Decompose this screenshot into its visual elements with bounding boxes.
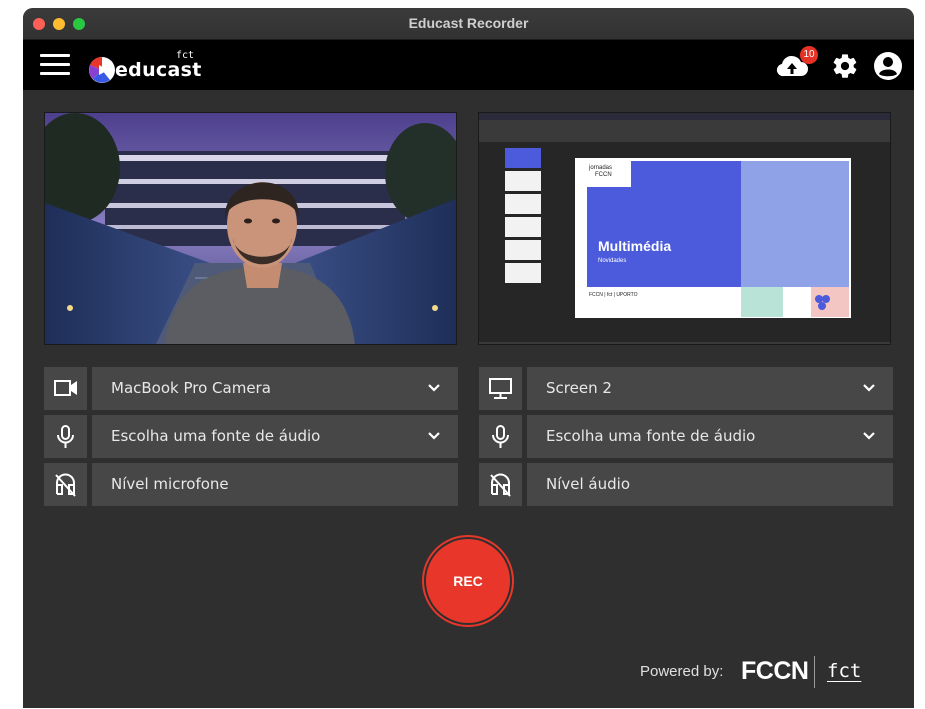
fct-logo: fct <box>827 660 862 682</box>
left-video-source-row: MacBook Pro Camera <box>44 367 458 410</box>
camera-preview <box>44 112 457 345</box>
footer-separator <box>814 656 815 688</box>
gear-icon[interactable] <box>831 52 859 80</box>
logo-text: educast <box>115 59 202 81</box>
right-level-label: Nível áudio <box>546 475 630 493</box>
educast-logo-icon <box>89 57 115 83</box>
left-level-label: Nível microfone <box>111 475 229 493</box>
audio-level-off-icon <box>44 463 87 506</box>
right-level-meter: Nível áudio <box>527 463 893 506</box>
screen-preview: FCCN | fct | UPORTO jornadas FCCN Multim… <box>478 112 891 345</box>
right-video-source-value: Screen 2 <box>546 379 612 397</box>
logo-fct-superscript: fct <box>176 50 195 61</box>
menu-icon[interactable] <box>40 54 70 76</box>
account-icon[interactable] <box>873 51 903 81</box>
window-titlebar: Educast Recorder <box>23 8 914 40</box>
fccn-logo: FCCN <box>741 657 809 685</box>
monitor-icon <box>479 367 522 410</box>
chevron-down-icon <box>428 432 440 440</box>
left-audio-source-value: Escolha uma fonte de áudio <box>111 427 321 445</box>
slide-title: Multimédia <box>598 238 672 254</box>
screen-capture-feed: FCCN | fct | UPORTO <box>479 113 890 344</box>
app-window: Educast Recorder educast fct 10 FCCN | f… <box>23 8 914 708</box>
video-camera-icon <box>44 367 87 410</box>
left-video-source-select[interactable]: MacBook Pro Camera <box>92 367 458 410</box>
left-audio-source-row: Escolha uma fonte de áudio <box>44 415 458 458</box>
right-video-source-row: Screen 2 <box>479 367 893 410</box>
microphone-icon <box>44 415 87 458</box>
right-video-source-select[interactable]: Screen 2 <box>527 367 893 410</box>
chevron-down-icon <box>428 384 440 392</box>
record-button[interactable]: REC <box>426 539 510 623</box>
educast-logo: educast fct <box>88 50 201 84</box>
audio-level-off-icon <box>479 463 522 506</box>
left-level-meter: Nível microfone <box>92 463 458 506</box>
slide-event-line1: jornadas <box>589 165 613 171</box>
svg-text:FCCN | fct | UPORTO: FCCN | fct | UPORTO <box>589 292 638 298</box>
chevron-down-icon <box>863 432 875 440</box>
slide-event-line2: FCCN <box>595 172 612 178</box>
upload-count-badge: 10 <box>800 46 818 64</box>
right-audio-source-row: Escolha uma fonte de áudio <box>479 415 893 458</box>
app-header: educast fct 10 <box>23 40 914 90</box>
right-audio-source-select[interactable]: Escolha uma fonte de áudio <box>527 415 893 458</box>
window-title: Educast Recorder <box>408 15 529 31</box>
slide-subtitle: Novidades <box>598 258 627 264</box>
left-video-source-value: MacBook Pro Camera <box>111 379 271 397</box>
chevron-down-icon <box>863 384 875 392</box>
left-level-row: Nível microfone <box>44 463 458 506</box>
microphone-icon <box>479 415 522 458</box>
right-level-row: Nível áudio <box>479 463 893 506</box>
camera-video-feed <box>45 113 456 344</box>
left-audio-source-select[interactable]: Escolha uma fonte de áudio <box>92 415 458 458</box>
powered-by-label: Powered by: <box>640 663 724 680</box>
right-audio-source-value: Escolha uma fonte de áudio <box>546 427 756 445</box>
